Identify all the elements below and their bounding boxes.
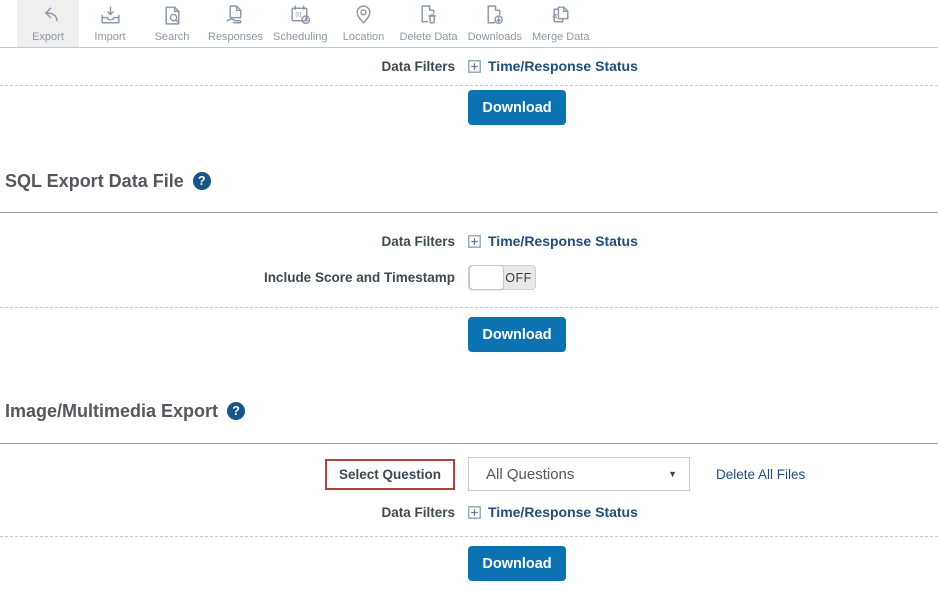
toolbar-item-label: Responses (208, 31, 263, 43)
download-button[interactable]: Download (468, 317, 566, 352)
toolbar-item-label: Merge Data (532, 31, 589, 43)
toolbar-item-import[interactable]: Import (79, 0, 141, 47)
data-filters-label: Data Filters (0, 234, 455, 249)
toolbar-item-label: Scheduling (273, 31, 327, 43)
responses-icon (223, 3, 248, 28)
select-question-label: Select Question (339, 467, 441, 482)
toolbar-item-merge-data[interactable]: Merge Data (527, 0, 594, 47)
delete-data-icon (416, 3, 441, 28)
help-icon[interactable]: ? (193, 172, 211, 190)
toolbar-item-delete-data[interactable]: Delete Data (394, 0, 462, 47)
downloads-icon (482, 3, 507, 28)
download-button[interactable]: Download (468, 546, 566, 581)
data-filters-label: Data Filters (0, 59, 455, 74)
toggle-knob (469, 265, 504, 290)
toolbar-item-label: Search (155, 31, 190, 43)
toolbar-item-downloads[interactable]: Downloads (463, 0, 527, 47)
time-response-status-link[interactable]: Time/Response Status (468, 504, 638, 520)
media-export-section: Select Question All Questions ▼ Delete A… (0, 443, 938, 581)
toolbar-item-search[interactable]: Search (141, 0, 203, 47)
search-icon (160, 3, 185, 28)
toolbar-item-location[interactable]: Location (332, 0, 394, 47)
import-icon (98, 3, 123, 28)
top-export-section: Data Filters Time/Response Status Downlo… (0, 55, 938, 125)
delete-all-files-link[interactable]: Delete All Files (716, 467, 805, 482)
score-timestamp-toggle[interactable]: OFF (468, 265, 536, 290)
toolbar-item-scheduling[interactable]: 31 Scheduling (268, 0, 332, 47)
toggle-state-label: OFF (502, 271, 535, 285)
expand-plus-icon (468, 506, 481, 519)
select-question-highlight: Select Question (325, 459, 455, 490)
include-score-label: Include Score and Timestamp (0, 270, 455, 285)
section-divider (0, 536, 938, 537)
time-response-status-link[interactable]: Time/Response Status (468, 58, 638, 74)
toolbar-item-label: Import (94, 31, 125, 43)
question-select-dropdown[interactable]: All Questions ▼ (468, 457, 690, 491)
toolbar-item-label: Location (343, 31, 385, 43)
toolbar-item-label: Export (32, 31, 64, 43)
help-icon[interactable]: ? (227, 402, 245, 420)
sql-export-title: SQL Export Data File ? (0, 167, 938, 195)
data-filters-label: Data Filters (0, 505, 455, 520)
scheduling-icon: 31 (288, 3, 313, 28)
toolbar-item-export[interactable]: Export (17, 0, 79, 47)
chevron-down-icon: ▼ (668, 469, 677, 479)
merge-data-icon (548, 3, 573, 28)
location-icon (351, 3, 376, 28)
time-response-status-link[interactable]: Time/Response Status (468, 233, 638, 249)
download-button[interactable]: Download (468, 90, 566, 125)
expand-plus-icon (468, 235, 481, 248)
svg-text:31: 31 (295, 12, 302, 19)
media-export-title: Image/Multimedia Export ? (0, 397, 938, 425)
section-divider (0, 85, 938, 86)
expand-plus-icon (468, 60, 481, 73)
toolbar-item-responses[interactable]: Responses (203, 0, 268, 47)
export-icon (36, 3, 61, 28)
toolbar: Export Import Search Responses 31 Schedu (0, 0, 938, 48)
toolbar-item-label: Delete Data (399, 31, 457, 43)
section-divider (0, 307, 938, 308)
sql-export-section: Data Filters Time/Response Status Includ… (0, 212, 938, 352)
dropdown-selected-value: All Questions (486, 466, 668, 483)
toolbar-item-label: Downloads (468, 31, 522, 43)
